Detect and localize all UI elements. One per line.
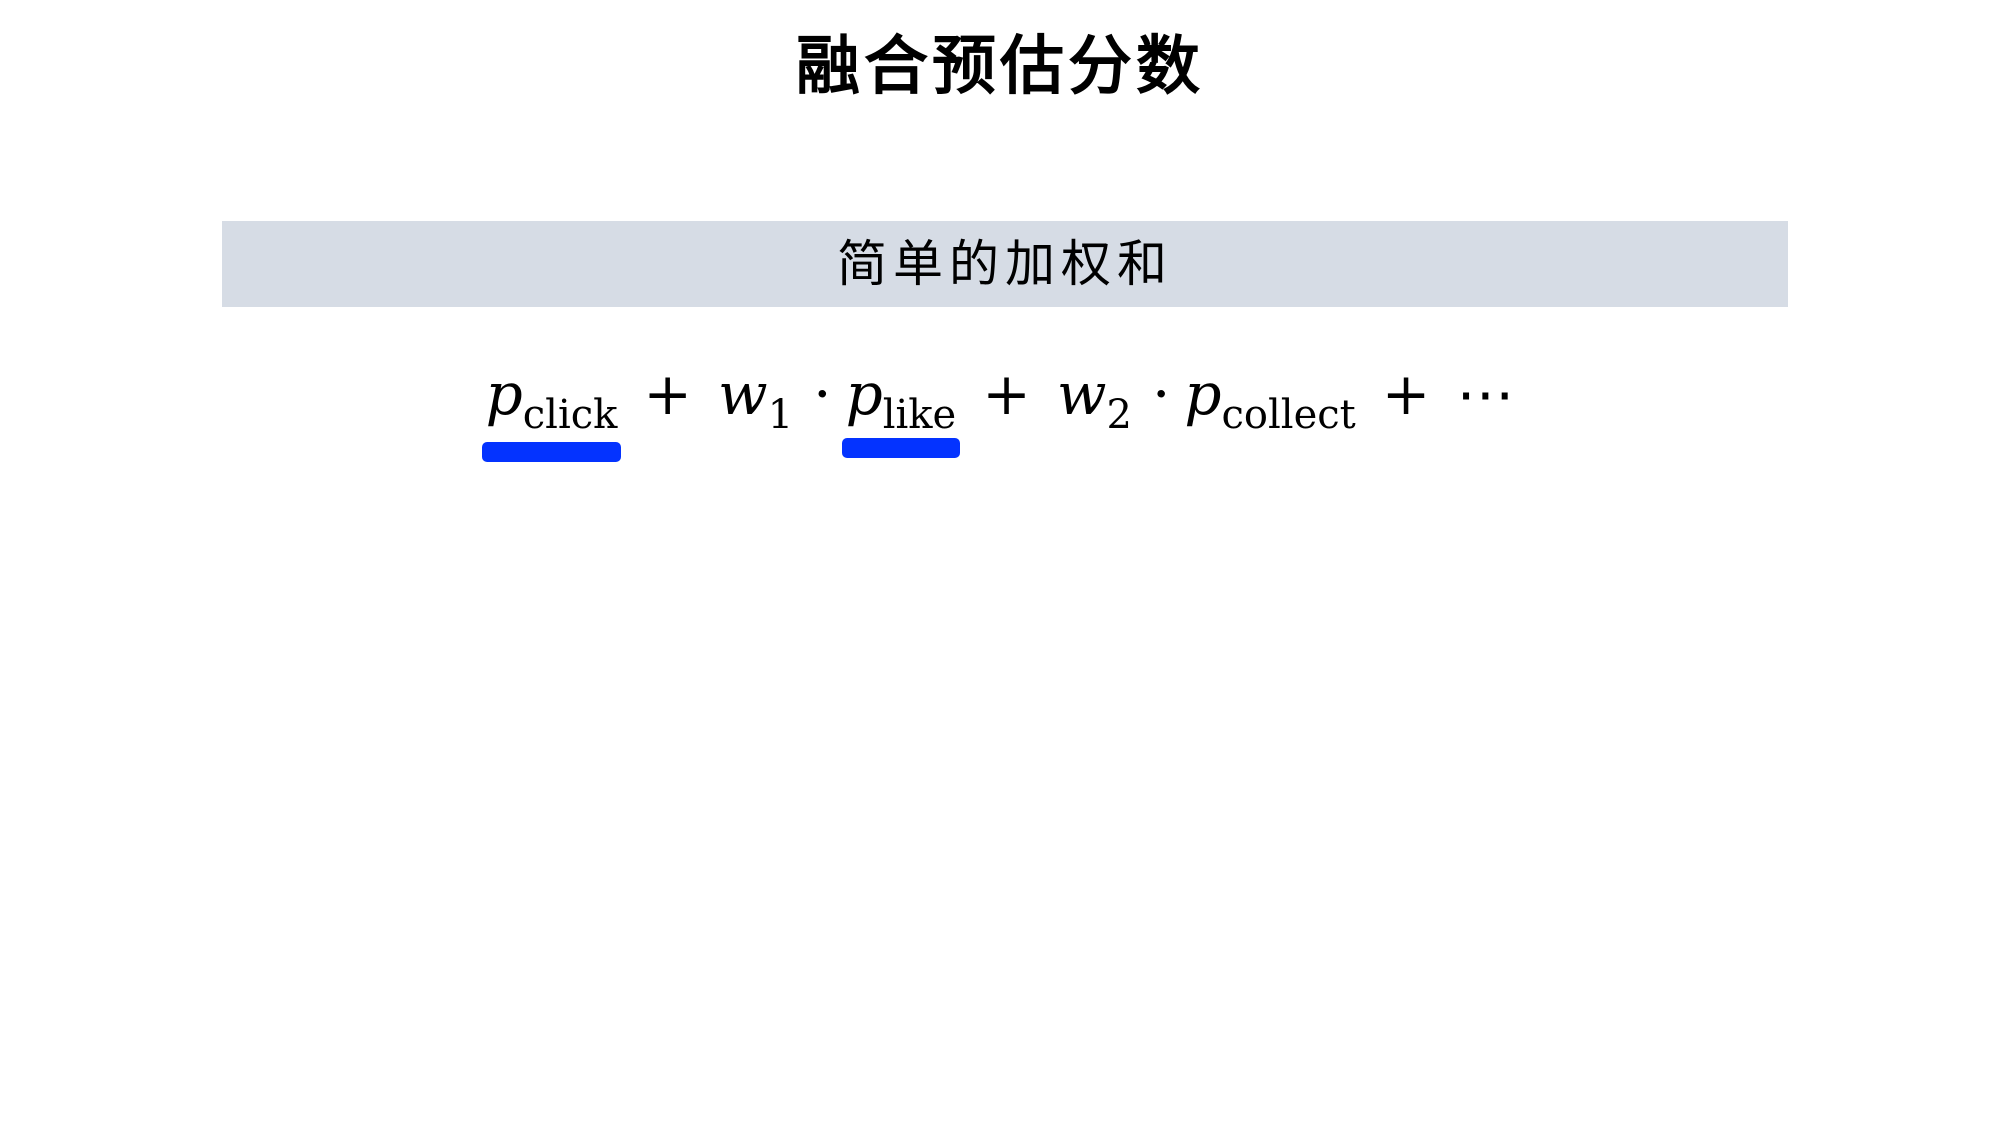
symbol-w: w bbox=[718, 360, 768, 428]
ellipsis: ⋯ bbox=[1456, 360, 1515, 428]
cdot-operator: · bbox=[1151, 360, 1171, 428]
symbol-p: p bbox=[485, 360, 523, 428]
symbol-p: p bbox=[1184, 360, 1222, 428]
term-p-collect: p collect bbox=[1184, 360, 1355, 438]
symbol-w: w bbox=[1056, 360, 1107, 428]
subscript-1: 1 bbox=[767, 392, 794, 438]
subscript-2: 2 bbox=[1106, 392, 1132, 438]
highlight-underline-like bbox=[841, 438, 961, 458]
subscript-like: like bbox=[882, 392, 957, 438]
term-w1: w1 bbox=[718, 360, 793, 438]
plus-operator: + bbox=[643, 360, 693, 428]
term-p-like: p like bbox=[845, 360, 957, 438]
symbol-p: p bbox=[845, 360, 883, 428]
subscript-collect: collect bbox=[1221, 392, 1356, 438]
term-p-click: p click bbox=[485, 360, 618, 438]
plus-operator: + bbox=[1381, 360, 1431, 428]
subscript-click: click bbox=[522, 392, 618, 438]
subtitle-text: 简单的加权和 bbox=[837, 235, 1173, 293]
subtitle-band: 简单的加权和 bbox=[222, 221, 1788, 307]
plus-operator: + bbox=[982, 360, 1031, 428]
cdot-operator: · bbox=[813, 360, 832, 428]
slide-title: 融合预估分数 bbox=[796, 29, 1204, 104]
term-w2: w2 bbox=[1056, 360, 1132, 438]
highlight-underline-click bbox=[481, 442, 622, 462]
weighted-sum-formula: p click + w1 · p like + w2 · p collect + ⋯ bbox=[0, 360, 2000, 460]
